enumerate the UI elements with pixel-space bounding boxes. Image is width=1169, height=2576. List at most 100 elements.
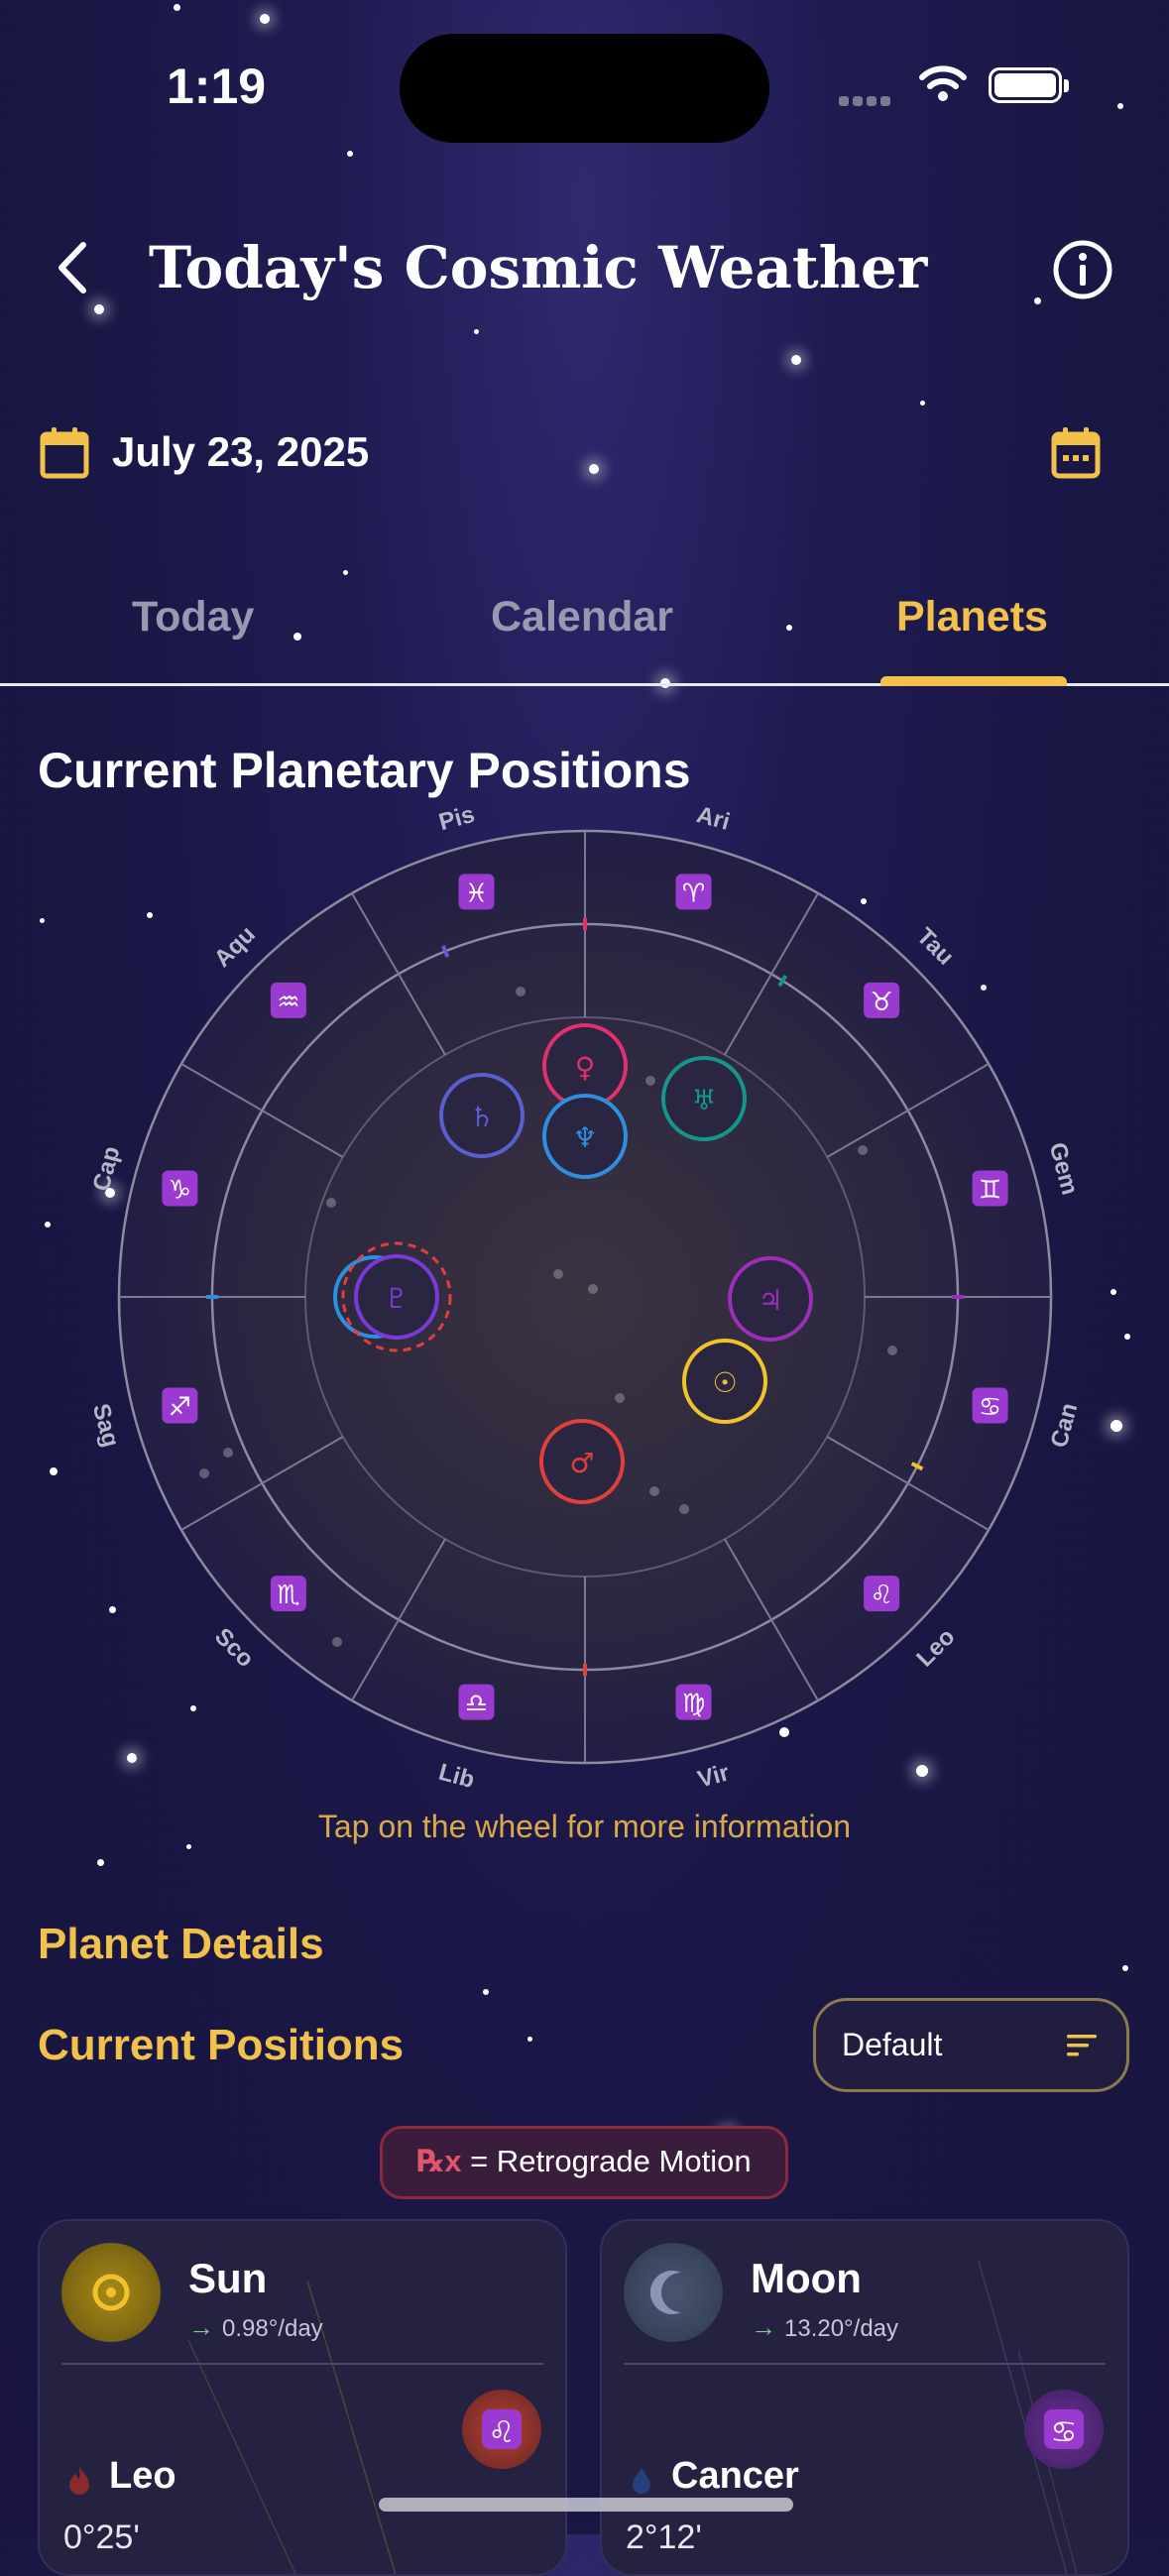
zodiac-sign-ari: ♈: [675, 874, 712, 910]
sign-name: Leo: [109, 2455, 176, 2497]
zodiac-label: Aqu: [209, 921, 261, 973]
zodiac-sign-pis: ♓: [458, 874, 495, 910]
zodiac-sign-cap: ♑: [162, 1170, 198, 1207]
svg-text:♍: ♍: [682, 1690, 705, 1719]
zodiac-label: Can: [1046, 1400, 1084, 1451]
svg-text:♌: ♌: [870, 1581, 892, 1610]
svg-text:♈: ♈: [682, 878, 705, 908]
zodiac-sign-vir: ♍: [675, 1684, 712, 1720]
wheel-hint: Tap on the wheel for more information: [317, 1809, 852, 1844]
planet-card-sun[interactable]: Sun → 0.98°/day ♌ Leo 0°25': [38, 2219, 567, 2576]
svg-text:♋: ♋: [1051, 2415, 1078, 2450]
svg-text:♀: ♀: [575, 1051, 596, 1084]
current-positions-title: Current Positions: [38, 2021, 405, 2069]
sun-icon: [92, 2274, 130, 2311]
sign-badge: ♋: [1024, 2390, 1104, 2469]
moon-avatar: [624, 2243, 723, 2342]
selected-date[interactable]: July 23, 2025: [112, 428, 369, 476]
zodiac-sign-lib: ♎: [458, 1684, 495, 1720]
star-dot: [516, 987, 526, 996]
sign-badge: ♌: [462, 2390, 541, 2469]
star-dot: [223, 1448, 233, 1458]
svg-text:♃: ♃: [758, 1284, 782, 1317]
calendar-icon: [40, 426, 89, 485]
planet-marker-uranus: ♅: [661, 1056, 747, 1141]
info-icon: [1053, 240, 1112, 299]
svg-text:♏: ♏: [277, 1581, 299, 1610]
wifi-icon: [918, 63, 968, 108]
tab-today[interactable]: Today: [132, 593, 254, 642]
tab-calendar[interactable]: Calendar: [491, 593, 673, 642]
zodiac-label: Sco: [209, 1623, 259, 1673]
planet-speed: → 13.20°/day: [751, 2312, 898, 2343]
planetary-wheel[interactable]: ♈ ♉ ♊ ♋ ♌ ♍ ♎ ♏ ♐ ♑ ♒ ♓ Ari Tau Gem Can Leo Vir Lib Sco Sag…: [0, 773, 1169, 1805]
fire-icon: [69, 2467, 89, 2495]
planet-speed: → 0.98°/day: [188, 2312, 323, 2343]
svg-text:♊: ♊: [979, 1176, 1001, 1206]
planet-marker-neptune: ♆: [542, 1094, 628, 1179]
zodiac-sign-sco: ♏: [270, 1576, 306, 1612]
svg-text:♑: ♑: [169, 1176, 191, 1206]
svg-text:♓: ♓: [465, 878, 488, 908]
sort-lines-icon: [1067, 2035, 1097, 2056]
sort-dropdown[interactable]: Default: [813, 1998, 1129, 2092]
degree-value: 2°12': [626, 2518, 702, 2556]
status-time: 1:19: [167, 59, 267, 114]
speed-value: 13.20°/day: [784, 2315, 899, 2342]
speed-value: 0.98°/day: [222, 2315, 323, 2342]
star-dot: [588, 1284, 598, 1294]
info-button[interactable]: [1051, 238, 1114, 301]
zodiac-label: Tau: [911, 923, 959, 971]
zodiac-label: Sag: [87, 1401, 124, 1451]
zodiac-label: Pis: [436, 801, 478, 836]
water-drop-icon: [633, 2468, 650, 2494]
battery-icon: [989, 67, 1062, 103]
card-divider: [61, 2363, 543, 2365]
back-button[interactable]: [40, 233, 109, 302]
svg-text:♅: ♅: [691, 1084, 716, 1116]
page-title: Today's Cosmic Weather: [149, 234, 928, 301]
svg-text:♉: ♉: [870, 988, 892, 1017]
star-dot: [887, 1346, 897, 1355]
svg-text:♐: ♐: [169, 1392, 191, 1422]
planet-marker-mars: ♂: [539, 1419, 625, 1504]
svg-text:♂: ♂: [569, 1447, 594, 1479]
cancer-icon: ♋: [1044, 2409, 1084, 2450]
svg-text:☉: ☉: [712, 1366, 737, 1399]
calendar-grid-icon: [1051, 427, 1101, 479]
svg-text:♌: ♌: [489, 2415, 516, 2450]
planet-details-title: Planet Details: [38, 1920, 324, 1968]
retrograde-text: = Retrograde Motion: [470, 2144, 752, 2178]
zodiac-sign-leo: ♌: [864, 1576, 900, 1612]
star-dot: [679, 1504, 689, 1514]
cellular-signal-icon: [839, 93, 894, 111]
planet-marker-pluto: ♇: [341, 1241, 452, 1352]
dynamic-island: [400, 34, 769, 143]
svg-text:♒: ♒: [277, 988, 299, 1017]
home-indicator: [379, 2498, 793, 2512]
sun-avatar: [61, 2243, 161, 2342]
svg-text:♆: ♆: [572, 1121, 597, 1154]
direct-arrow-icon: →: [188, 2312, 214, 2342]
zodiac-label: Vir: [695, 1759, 733, 1793]
planet-name: Moon: [751, 2255, 862, 2301]
retrograde-symbol: ℞x: [416, 2144, 462, 2178]
star-dot: [199, 1468, 209, 1478]
degree-value: 0°25': [63, 2518, 140, 2556]
open-calendar-button[interactable]: [1051, 426, 1101, 485]
card-divider: [624, 2363, 1106, 2365]
star-dot: [645, 1076, 655, 1086]
zodiac-sign-can: ♋: [972, 1387, 1008, 1424]
planet-name: Sun: [188, 2255, 268, 2301]
tab-planets[interactable]: Planets: [896, 593, 1048, 642]
zodiac-sign-gem: ♊: [972, 1170, 1008, 1207]
planet-card-moon[interactable]: Moon → 13.20°/day ♋ Cancer 2°12': [600, 2219, 1129, 2576]
zodiac-label: Lib: [436, 1759, 478, 1794]
star-dot: [553, 1269, 563, 1279]
star-dot: [326, 1198, 336, 1208]
moon-icon: [649, 2271, 681, 2314]
svg-text:♇: ♇: [384, 1282, 409, 1315]
chevron-left-icon: [58, 242, 86, 293]
planet-marker-sun: ☉: [682, 1339, 767, 1424]
retrograde-legend: ℞x = Retrograde Motion: [380, 2126, 788, 2199]
